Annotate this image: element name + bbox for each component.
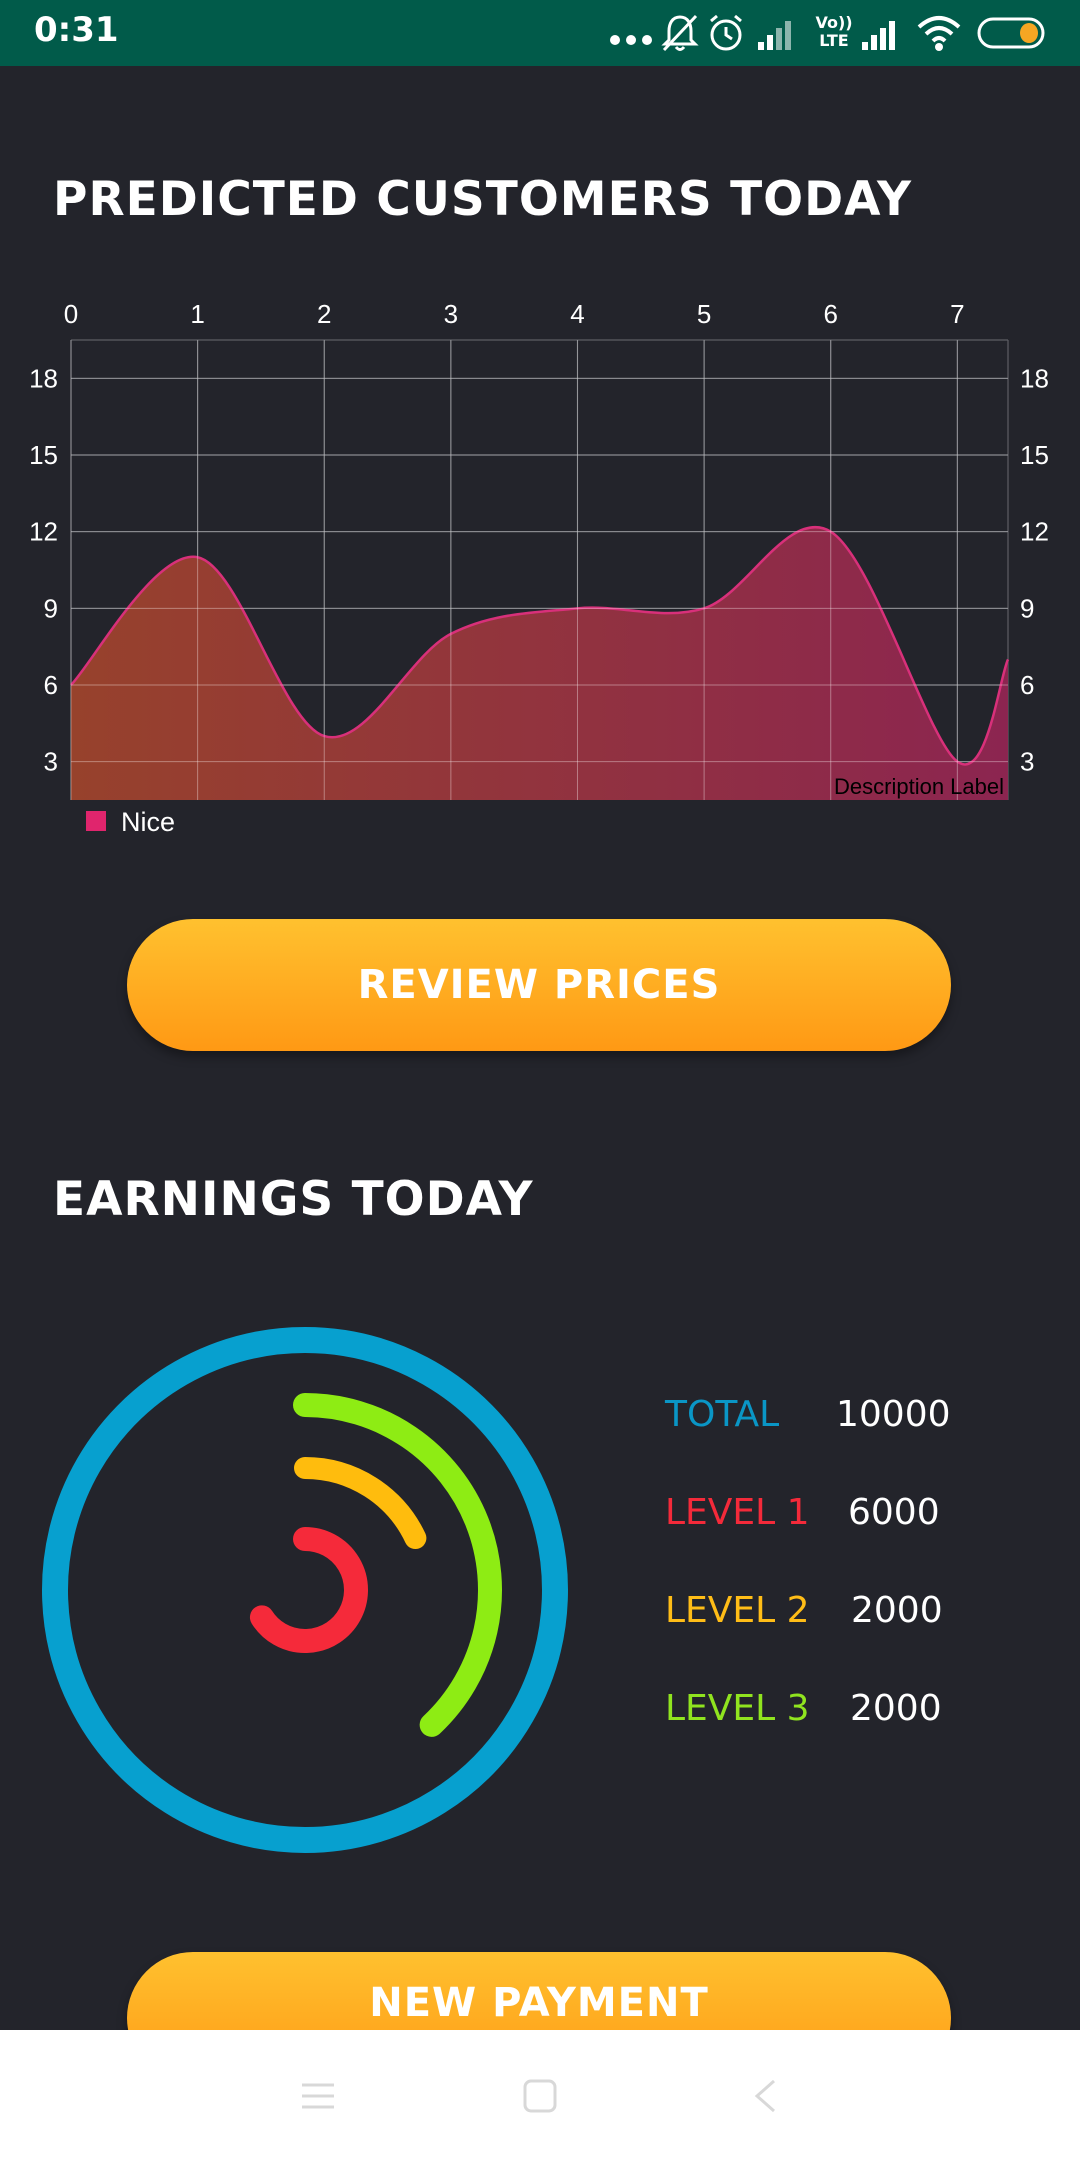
more-dots-icon [610, 35, 652, 45]
status-bar: 0:31 Vo)) LTE [0, 0, 1080, 66]
chart-description-label: Description Label [834, 774, 1004, 799]
y-tick-label-left: 6 [44, 670, 58, 700]
y-tick-label-right: 6 [1020, 670, 1034, 700]
x-tick-label: 5 [697, 299, 711, 329]
y-tick-label-right: 15 [1020, 440, 1049, 470]
y-tick-label-left: 9 [44, 593, 58, 623]
x-tick-label: 0 [64, 299, 78, 329]
volte-text-top: Vo)) [815, 13, 853, 32]
status-time: 0:31 [34, 10, 119, 50]
y-tick-label-right: 12 [1020, 517, 1049, 547]
earnings-section-title: EARNINGS TODAY [53, 1172, 534, 1227]
home-square-icon[interactable] [522, 2078, 558, 2114]
signal-icon [758, 21, 791, 50]
volte-text-bottom: LTE [819, 31, 849, 50]
stat-value-level-1: 6000 [848, 1492, 940, 1533]
ring-level-3 [293, 1393, 502, 1737]
stat-label-level-3: LEVEL 3 [665, 1688, 810, 1729]
stat-value-level-2: 2000 [851, 1590, 943, 1631]
ring-level-2 [294, 1457, 427, 1550]
series-area-nice [71, 527, 1008, 800]
y-tick-label-left: 15 [29, 440, 58, 470]
customers-area-chart: 0 1 2 3 4 5 6 73 36 69 912 1215 1518 18Description La… [29, 299, 1049, 837]
navigation-bar [0, 2030, 1080, 2160]
review-prices-button[interactable]: REVIEW PRICES [127, 919, 951, 1051]
wifi-icon [917, 16, 961, 51]
ring-level-1 [249, 1527, 368, 1653]
x-tick-label: 2 [317, 299, 331, 329]
y-tick-label-left: 12 [29, 517, 58, 547]
signal-icon-2 [862, 21, 895, 50]
back-chevron-icon[interactable] [752, 2078, 778, 2114]
customers-section-title: PREDICTED CUSTOMERS TODAY [53, 172, 913, 227]
x-tick-label: 3 [444, 299, 458, 329]
y-tick-label-left: 3 [44, 747, 58, 777]
menu-icon[interactable] [300, 2080, 336, 2112]
legend-label-nice: Nice [121, 807, 175, 837]
alarm-icon [710, 14, 742, 51]
y-tick-label-right: 9 [1020, 593, 1034, 623]
legend-swatch-nice [86, 811, 106, 831]
battery-icon [977, 17, 1045, 49]
stat-label-level-1: LEVEL 1 [665, 1492, 810, 1533]
y-tick-label-right: 3 [1020, 747, 1034, 777]
x-tick-label: 6 [823, 299, 837, 329]
stat-label-total: TOTAL [665, 1394, 780, 1435]
y-tick-label-left: 18 [29, 363, 58, 393]
x-tick-label: 1 [190, 299, 204, 329]
x-tick-label: 4 [570, 299, 584, 329]
volte-icon: Vo)) LTE [812, 14, 856, 54]
x-tick-label: 7 [950, 299, 964, 329]
stat-value-level-3: 2000 [850, 1688, 942, 1729]
bell-off-icon [661, 14, 699, 52]
stat-label-level-2: LEVEL 2 [665, 1590, 810, 1631]
stat-value-total: 10000 [836, 1394, 951, 1435]
y-tick-label-right: 18 [1020, 363, 1049, 393]
earnings-ring-chart [41, 1327, 568, 1853]
